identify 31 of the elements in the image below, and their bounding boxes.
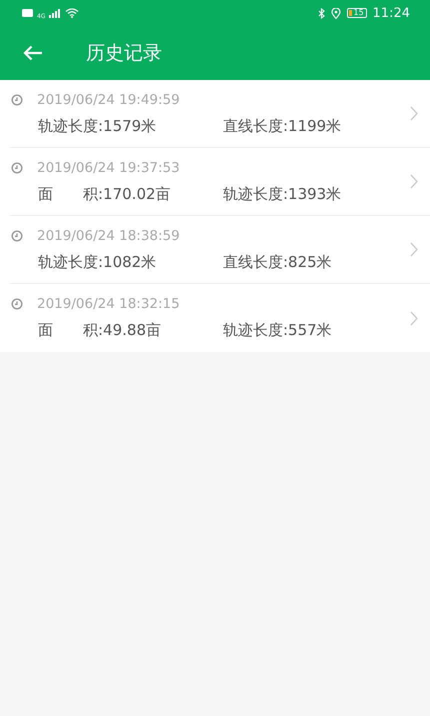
record-item[interactable]: 2019/06/24 18:38:59 轨迹长度:1082米 直线长度:825米 [10, 216, 430, 284]
battery-icon: 15 [346, 8, 367, 18]
clock-icon [11, 94, 23, 106]
clock-icon [11, 298, 23, 310]
chevron-icon [410, 310, 418, 326]
record-stat: 轨迹长度:1579米 [38, 116, 158, 136]
record-time: 2019/06/24 18:32:15 [37, 296, 180, 312]
record-stat: 轨迹长度:1393米 [223, 184, 342, 204]
location-icon [330, 8, 341, 18]
record-stat: 面 积:170.02亩 [38, 184, 172, 204]
record-stat: 直线长度:825米 [223, 252, 332, 272]
record-stat: 轨迹长度:557米 [223, 321, 332, 340]
clock-icon [11, 162, 23, 174]
record-time: 2019/06/24 19:37:53 [37, 160, 180, 176]
record-item[interactable]: 2019/06/24 19:37:53 面 积:170.02亩 轨迹长度:1393米 [10, 148, 430, 216]
signal-icon [49, 8, 62, 18]
record-item[interactable]: 2019/06/24 18:32:15 面 积:49.88亩 轨迹长度:557米 [10, 284, 430, 352]
chevron-icon [410, 174, 418, 189]
clock-icon [11, 230, 23, 242]
chevron-icon [410, 242, 418, 257]
record-time: 2019/06/24 19:49:59 [37, 92, 180, 108]
page-title: 历史记录 [86, 41, 162, 66]
bluetooth-icon [318, 8, 325, 18]
record-stat: 轨迹长度:1082米 [38, 252, 158, 272]
record-stat: 面 积:49.88亩 [38, 321, 162, 340]
chevron-icon [410, 106, 418, 121]
record-time: 2019/06/24 18:38:59 [37, 228, 180, 244]
status-time: 11:24 [372, 6, 410, 20]
wifi-icon [65, 8, 80, 18]
record-item[interactable]: 2019/06/24 19:49:59 轨迹长度:1579米 直线长度:1199米 [10, 80, 430, 148]
record-stat: 直线长度:1199米 [223, 116, 342, 136]
